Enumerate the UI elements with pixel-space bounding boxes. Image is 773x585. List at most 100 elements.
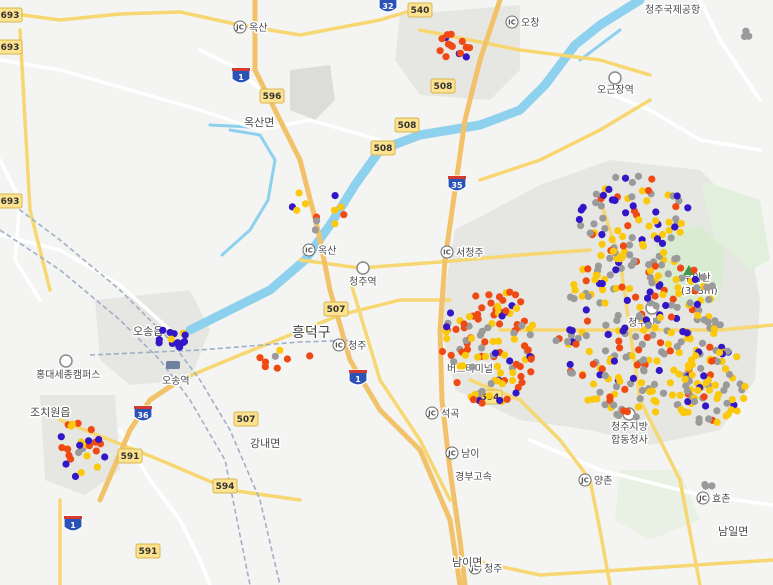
data-point-yellow[interactable] (643, 197, 651, 205)
data-point-gray[interactable] (606, 271, 614, 279)
data-point-red[interactable] (499, 296, 507, 304)
data-point-red[interactable] (643, 333, 651, 341)
data-point-gray[interactable] (594, 262, 603, 270)
data-point-gray[interactable] (626, 251, 634, 259)
data-point-yellow[interactable] (656, 313, 665, 322)
data-point-yellow[interactable] (670, 366, 678, 374)
data-point-blue[interactable] (174, 339, 182, 347)
data-point-red[interactable] (453, 379, 461, 387)
data-point-gray[interactable] (648, 279, 656, 287)
data-point-yellow[interactable] (694, 311, 702, 320)
data-point-red[interactable] (487, 299, 495, 307)
data-point-yellow[interactable] (653, 357, 661, 365)
data-point-gray[interactable] (703, 283, 711, 291)
data-point-gray[interactable] (597, 202, 605, 210)
data-point-red[interactable] (517, 298, 525, 306)
data-point-yellow[interactable] (636, 303, 644, 311)
data-point-blue[interactable] (610, 357, 619, 365)
interchange-ic-oksan[interactable]: IC 옥산 (302, 243, 338, 259)
data-point-yellow[interactable] (713, 394, 721, 402)
data-point-red[interactable] (478, 399, 486, 407)
data-point-blue[interactable] (491, 349, 500, 357)
data-point-gray[interactable] (628, 193, 636, 201)
data-point-gray[interactable] (701, 481, 709, 489)
data-point-red[interactable] (706, 343, 714, 351)
data-point-blue[interactable] (702, 402, 710, 410)
data-point-red[interactable] (273, 364, 281, 372)
data-point-gray[interactable] (652, 302, 660, 310)
data-point-gray[interactable] (468, 363, 476, 371)
data-point-yellow[interactable] (659, 291, 667, 299)
data-point-gray[interactable] (632, 333, 640, 341)
data-point-gray[interactable] (686, 299, 694, 307)
data-point-red[interactable] (447, 30, 455, 38)
data-point-yellow[interactable] (722, 365, 730, 373)
data-point-red[interactable] (458, 37, 466, 46)
data-point-gray[interactable] (640, 366, 648, 374)
data-point-yellow[interactable] (597, 252, 605, 260)
data-point-yellow[interactable] (677, 406, 685, 414)
data-point-gray[interactable] (628, 234, 636, 242)
data-point-red[interactable] (447, 351, 455, 359)
data-point-gray[interactable] (683, 387, 692, 395)
data-point-yellow[interactable] (167, 335, 175, 343)
data-point-red[interactable] (621, 385, 629, 393)
data-point-gray[interactable] (698, 339, 707, 347)
data-point-red[interactable] (469, 396, 477, 404)
data-point-yellow[interactable] (677, 219, 686, 227)
data-point-yellow[interactable] (331, 220, 339, 228)
data-point-gray[interactable] (564, 338, 572, 346)
data-point-gray[interactable] (610, 401, 618, 409)
data-point-yellow[interactable] (651, 323, 659, 332)
data-point-gray[interactable] (450, 358, 458, 366)
data-point-yellow[interactable] (571, 286, 579, 294)
data-point-yellow[interactable] (481, 352, 490, 361)
data-point-gray[interactable] (699, 273, 707, 281)
data-point-yellow[interactable] (634, 403, 643, 411)
data-point-red[interactable] (582, 277, 590, 285)
data-point-yellow[interactable] (83, 452, 91, 460)
data-point-yellow[interactable] (672, 276, 680, 284)
data-point-blue[interactable] (155, 336, 163, 344)
data-point-yellow[interactable] (508, 376, 517, 385)
data-point-red[interactable] (511, 291, 520, 299)
data-point-red[interactable] (442, 53, 450, 61)
data-point-gray[interactable] (723, 399, 731, 407)
data-point-red[interactable] (517, 372, 525, 381)
data-point-yellow[interactable] (667, 329, 675, 337)
data-point-red[interactable] (616, 344, 624, 352)
data-point-gray[interactable] (612, 173, 620, 181)
data-point-red[interactable] (651, 292, 659, 300)
data-point-blue[interactable] (683, 329, 691, 337)
data-point-red[interactable] (502, 307, 510, 315)
data-point-blue[interactable] (608, 196, 617, 204)
interchange-jc-seokgok[interactable]: JC 석곡 (425, 406, 461, 422)
data-point-yellow[interactable] (461, 351, 469, 359)
data-point-gray[interactable] (622, 353, 630, 361)
data-point-yellow[interactable] (666, 379, 674, 387)
data-point-yellow[interactable] (733, 353, 741, 361)
data-point-red[interactable] (527, 355, 535, 363)
data-point-blue[interactable] (446, 309, 455, 317)
data-point-red[interactable] (527, 368, 535, 376)
interchange-jc-yangchon[interactable]: JC 양촌 (578, 473, 614, 489)
data-point-gray[interactable] (599, 214, 607, 222)
data-point-red[interactable] (465, 44, 474, 52)
data-point-blue[interactable] (101, 453, 109, 461)
data-point-red[interactable] (589, 360, 598, 368)
data-point-gray[interactable] (667, 234, 675, 242)
data-point-gray[interactable] (582, 332, 590, 340)
data-point-blue[interactable] (629, 202, 637, 210)
data-point-yellow[interactable] (614, 227, 622, 235)
data-point-red[interactable] (496, 320, 504, 328)
data-point-red[interactable] (666, 347, 674, 355)
data-point-gray[interactable] (596, 388, 604, 396)
data-point-yellow[interactable] (593, 395, 601, 403)
data-point-gray[interactable] (635, 313, 644, 321)
data-point-yellow[interactable] (493, 362, 501, 370)
interchange-jc-ochang[interactable]: IC 오창 (505, 15, 541, 31)
data-point-gray[interactable] (476, 331, 484, 339)
data-point-blue[interactable] (462, 53, 470, 61)
data-point-gray[interactable] (659, 389, 668, 397)
data-point-gray[interactable] (311, 226, 319, 234)
